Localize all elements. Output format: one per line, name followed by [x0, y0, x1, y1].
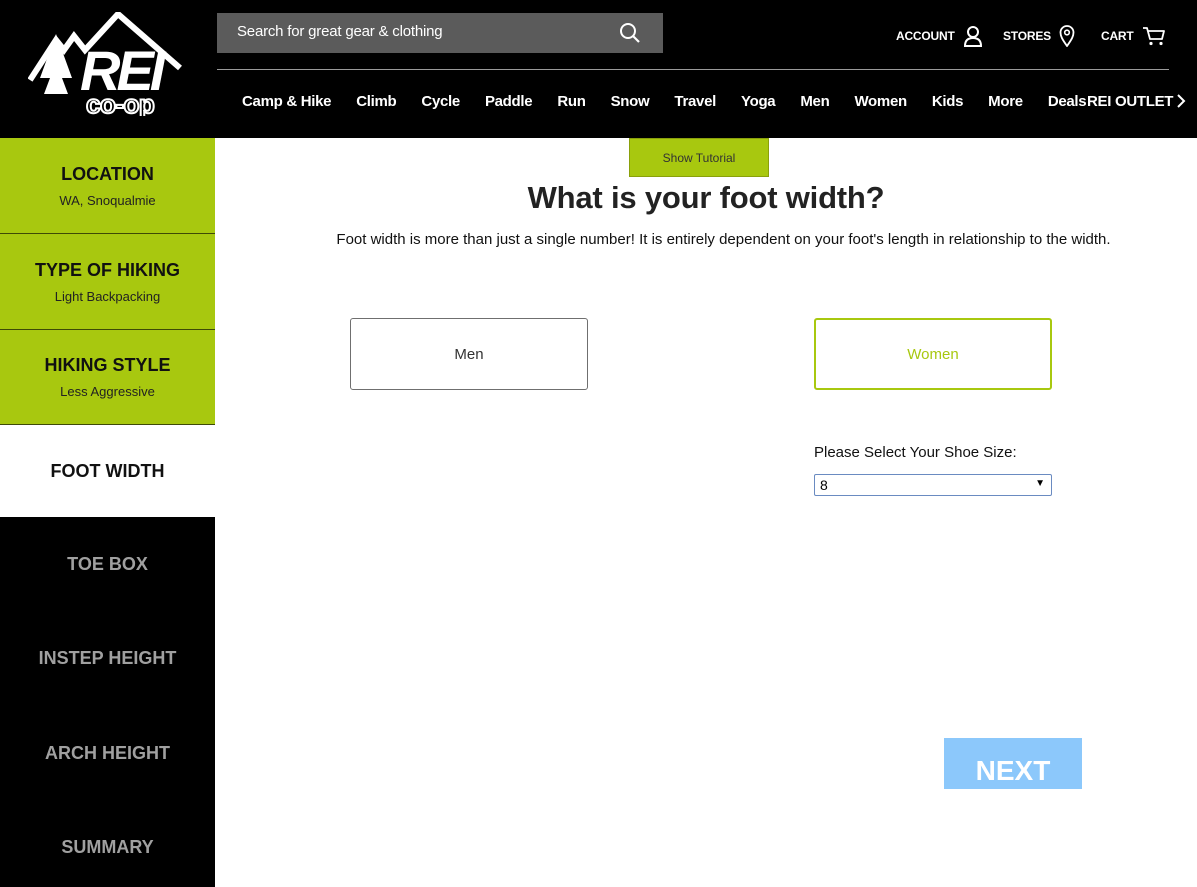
account-label: ACCOUNT: [896, 29, 955, 43]
progress-sidebar: LOCATION WA, Snoqualmie TYPE OF HIKING L…: [0, 138, 215, 887]
page-description: Foot width is more than just a single nu…: [336, 231, 1111, 248]
step-title: TOE BOX: [67, 553, 148, 574]
nav-item-women[interactable]: Women: [854, 93, 907, 110]
step-title: ARCH HEIGHT: [45, 743, 170, 763]
sidebar-step-arch-height[interactable]: ARCH HEIGHT: [0, 706, 215, 801]
sidebar-step-location[interactable]: LOCATION WA, Snoqualmie: [0, 138, 215, 234]
nav-item-kids[interactable]: Kids: [932, 93, 964, 110]
sidebar-step-instep-height[interactable]: INSTEP HEIGHT: [0, 611, 215, 706]
step-title: HIKING STYLE: [44, 355, 171, 375]
step-subtitle: Light Backpacking: [54, 288, 161, 304]
shoe-size-label: Please Select Your Shoe Size:: [814, 444, 1017, 461]
step-title: SUMMARY: [61, 837, 154, 857]
step-title: TYPE OF HIKING: [34, 259, 180, 280]
sidebar-step-foot-width[interactable]: FOOT WIDTH: [0, 425, 215, 517]
step-title: LOCATION: [61, 163, 154, 184]
rei-outlet-link[interactable]: REI OUTLET: [1087, 90, 1186, 112]
search-icon[interactable]: [619, 22, 641, 44]
site-header: REI co-op Search for great gear & clothi…: [0, 0, 1197, 138]
cart-label: CART: [1101, 29, 1134, 43]
shoe-size-value: 8: [820, 477, 828, 493]
search-bar[interactable]: Search for great gear & clothing: [217, 13, 663, 53]
nav-item-men[interactable]: Men: [800, 93, 829, 110]
step-title: INSTEP HEIGHT: [38, 648, 177, 668]
step-subtitle: WA, Snoqualmie: [59, 192, 156, 208]
sidebar-step-summary[interactable]: SUMMARY: [0, 801, 215, 887]
stores-link[interactable]: STORES: [1003, 22, 1075, 50]
nav-item-paddle[interactable]: Paddle: [485, 93, 533, 110]
location-pin-icon: [1059, 25, 1075, 47]
search-input[interactable]: Search for great gear & clothing: [237, 23, 443, 40]
main-nav: Camp & Hike Climb Cycle Paddle Run Snow …: [242, 90, 1111, 112]
nav-item-climb[interactable]: Climb: [356, 93, 396, 110]
show-tutorial-button[interactable]: Show Tutorial: [629, 138, 769, 177]
nav-item-camp-hike[interactable]: Camp & Hike: [242, 93, 332, 110]
nav-item-snow[interactable]: Snow: [611, 93, 650, 110]
header-divider: [217, 69, 1169, 70]
step-subtitle: Less Aggressive: [60, 384, 155, 399]
sidebar-step-hiking-style[interactable]: HIKING STYLE Less Aggressive: [0, 330, 215, 425]
cart-icon: [1142, 27, 1165, 46]
rei-outlet-label: REI OUTLET: [1087, 92, 1174, 110]
stores-label: STORES: [1003, 29, 1051, 43]
sidebar-step-toe-box[interactable]: TOE BOX: [0, 517, 215, 611]
user-icon: [963, 26, 982, 47]
nav-item-deals[interactable]: Deals: [1048, 93, 1087, 110]
chevron-right-icon: [1177, 94, 1186, 108]
nav-item-more[interactable]: More: [988, 93, 1023, 110]
rei-coop-logo[interactable]: REI co-op: [28, 12, 188, 116]
nav-item-travel[interactable]: Travel: [674, 93, 716, 110]
sidebar-step-type-of-hiking[interactable]: TYPE OF HIKING Light Backpacking: [0, 234, 215, 330]
nav-item-yoga[interactable]: Yoga: [741, 93, 776, 110]
nav-item-run[interactable]: Run: [557, 93, 586, 110]
shoe-size-select[interactable]: 8 ▼: [814, 474, 1052, 496]
next-button[interactable]: NEXT: [944, 738, 1082, 789]
gender-option-women[interactable]: Women: [814, 318, 1052, 390]
page-title: What is your foot width?: [527, 180, 885, 215]
nav-item-cycle[interactable]: Cycle: [421, 93, 460, 110]
cart-link[interactable]: CART: [1101, 22, 1166, 50]
account-link[interactable]: ACCOUNT: [896, 22, 983, 50]
gender-option-men[interactable]: Men: [350, 318, 588, 390]
step-title: FOOT WIDTH: [50, 460, 165, 481]
dropdown-arrow-icon: ▼: [1035, 478, 1045, 489]
svg-text:co-op: co-op: [86, 89, 154, 116]
